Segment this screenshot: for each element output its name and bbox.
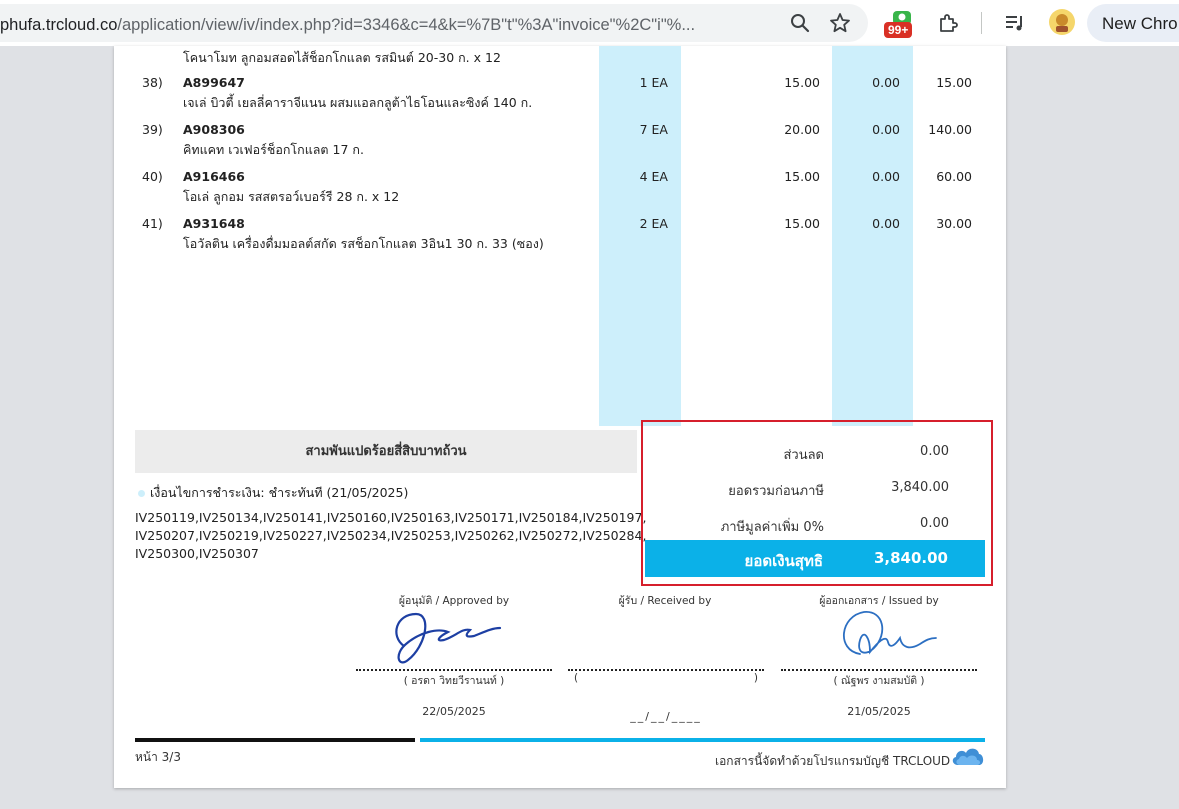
approved-signature-line [356,669,552,671]
item-code: A908306 [183,122,245,137]
item-qty: 1 EA [639,75,668,90]
item-price: 15.00 [784,216,820,231]
item-desc: เจเล่ บิวตี้ เยลลี่คาราจีแนน ผสมแอลกลูต้… [183,95,533,110]
approved-date: 22/05/2025 [422,705,486,718]
browser-toolbar: phufa.trcloud.co/application/view/iv/ind… [0,0,1179,46]
bullet-dot-icon [138,490,145,497]
profile-avatar-icon[interactable] [1048,8,1076,36]
extension-badge: 99+ [884,22,913,38]
payment-condition-text: เงื่อนไขการชำระเงิน: ชำระทันที (21/05/20… [150,485,409,500]
address-url[interactable]: phufa.trcloud.co/application/view/iv/ind… [0,16,695,35]
item-discount: 0.00 [872,169,900,184]
item-amount: 60.00 [936,169,972,184]
amount-in-words: สามพันแปดร้อยสี่สิบบาทถ้วน [135,430,637,473]
item-qty: 2 EA [639,216,668,231]
received-name-open: ( [574,672,579,684]
item-no: 40) [142,169,163,184]
star-icon[interactable] [828,11,852,35]
item-desc: โอวัลติน เครื่องดื่มมอลต์สกัด รสช็อกโกแล… [183,236,544,251]
url-path: /application/view/iv/index.php?id=3346&c… [117,16,696,34]
item-code: A916466 [183,169,245,184]
footer-bar-black [135,738,415,742]
issued-signature-line [781,669,977,671]
item-discount: 0.00 [872,75,900,90]
item-amount: 30.00 [936,216,972,231]
issued-date: 21/05/2025 [847,705,911,718]
item-no: 41) [142,216,163,231]
quantity-column-highlight [599,46,681,426]
summary-highlight-box [641,420,993,586]
received-date: __/__/____ [630,710,702,723]
item-code: A899647 [183,75,245,90]
item-qty: 7 EA [639,122,668,137]
item-amount: 140.00 [928,122,972,137]
item-desc: โอเล่ ลูกอม รสสตรอว์เบอร์รี 28 ก. x 12 [183,189,400,204]
item-price: 20.00 [784,122,820,137]
payment-condition: เงื่อนไขการชำระเงิน: ชำระทันที (21/05/20… [138,483,408,503]
item-qty: 4 EA [639,169,668,184]
profile-label: New Chro [1102,14,1178,33]
approved-name: ( อรดา วิทยวีรานนท์ ) [403,675,505,687]
item-no: 39) [142,122,163,137]
puzzle-icon[interactable] [936,11,960,35]
powered-by-text: เอกสารนี้จัดทำด้วยโปรแกรมบัญชี TRCLOUD [715,754,951,768]
media-control-icon[interactable] [1003,11,1027,35]
issued-name: ( ณัฐพร งามสมบัติ ) [833,675,925,687]
item-desc: คิทแคท เวเฟอร์ช็อกโกแลต 17 ก. [183,142,364,157]
approved-signature [395,612,502,664]
page-number: หน้า 3/3 [135,750,181,764]
search-icon[interactable] [788,11,812,35]
item-amount: 15.00 [936,75,972,90]
url-host: phufa.trcloud.co [0,16,118,34]
item-no: 38) [142,75,163,90]
received-by-label: ผู้รับ / Received by [618,595,712,607]
address-bar[interactable]: phufa.trcloud.co/application/view/iv/ind… [0,4,868,42]
item-discount: 0.00 [872,216,900,231]
footer-bar-blue [420,738,985,742]
item-desc: โคนาโมท ลูกอมสอดไส้ช็อกโกแลต รสมินต์ 20-… [183,50,501,65]
issued-signature [843,611,937,655]
reference-invoices: IV250119,IV250134,IV250141,IV250160,IV25… [135,510,647,561]
received-signature-line [568,669,764,671]
item-price: 15.00 [784,169,820,184]
invoice-page: โคนาโมท ลูกอมสอดไส้ช็อกโกแลต รสมินต์ 20-… [114,46,1006,788]
item-price: 15.00 [784,75,820,90]
toolbar-separator [981,12,982,34]
item-discount: 0.00 [872,122,900,137]
received-name-close: ) [753,672,758,684]
item-code: A931648 [183,216,245,231]
profile-pill[interactable]: New Chro [1087,4,1179,42]
trcloud-cloud-icon [952,748,984,765]
discount-column-highlight [832,46,913,426]
